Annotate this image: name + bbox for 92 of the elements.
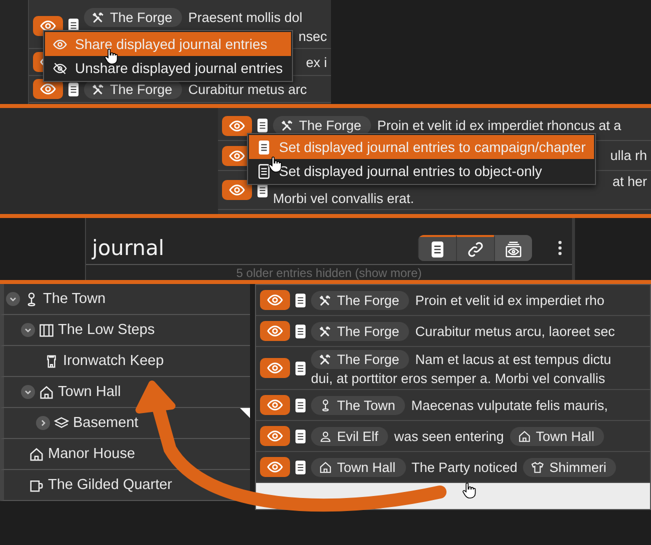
journal-title: journal [92, 236, 166, 260]
eye-icon [265, 397, 285, 413]
eye-icon [265, 323, 285, 339]
person-icon [319, 430, 332, 442]
tree-item[interactable]: Basement [0, 408, 250, 439]
eye-tray-icon [505, 240, 522, 258]
entry-text: was seen entering [394, 428, 504, 444]
entry-text: ex i [306, 54, 327, 70]
toolbar-button[interactable] [456, 235, 494, 261]
menu-item[interactable]: Unshare displayed journal entries [45, 56, 291, 80]
document-icon [257, 140, 271, 154]
expand-toggle[interactable] [21, 323, 35, 337]
tag-chip[interactable]: Town Hall [311, 458, 406, 476]
house-icon [39, 384, 54, 400]
document-icon [257, 118, 268, 133]
document-icon [295, 360, 306, 376]
entry-text: ulla rh [610, 148, 647, 163]
expand-toggle[interactable] [21, 385, 35, 399]
document-icon [429, 240, 446, 258]
house-icon [319, 460, 332, 474]
entry-text: Proin et velit id ex imperdiet rhoncus at a [377, 118, 622, 133]
tools-icon [319, 324, 332, 338]
eye-icon [38, 81, 58, 97]
toolbar-button[interactable] [494, 235, 532, 261]
eye-icon [227, 118, 247, 134]
tag-chip[interactable]: The Forge [273, 116, 372, 135]
tag-chip[interactable]: The Forge [84, 8, 182, 26]
tools-icon [319, 294, 332, 306]
eye-icon [265, 360, 285, 376]
document-icon [68, 82, 79, 96]
tag-chip[interactable]: The Forge [311, 322, 410, 340]
share-toggle[interactable] [260, 395, 290, 415]
tree-item[interactable]: Manor House [0, 439, 250, 470]
tree-item[interactable]: Ironwatch Keep [0, 346, 250, 377]
eye-icon [265, 428, 285, 444]
tools-icon [92, 10, 105, 24]
entry-text: dui, at porttitor eros semper a. Morbi vel convallis [311, 371, 606, 386]
share-toggle[interactable] [260, 321, 290, 341]
link-icon [467, 240, 484, 258]
tower-icon [44, 354, 59, 368]
document-icon [295, 460, 306, 474]
tree-item[interactable]: The Low Steps [0, 315, 250, 346]
tag-chip[interactable]: The Town [311, 396, 406, 414]
eye-icon [227, 148, 247, 164]
entry-text: nsec [298, 28, 327, 44]
entry-text: Nam et lacus at est tempus dictu [415, 352, 612, 367]
eye-slash-icon [53, 60, 67, 76]
document-outline-icon [257, 164, 271, 178]
tag-chip[interactable]: The Forge [311, 290, 410, 310]
entry-text: Morbi vel convallis erat. [273, 191, 414, 206]
hand-cursor-icon [462, 482, 477, 499]
eye-icon [265, 292, 285, 308]
expand-toggle[interactable] [36, 416, 50, 430]
tree-item[interactable]: The Town [0, 284, 250, 315]
entry-text: The Party noticed [412, 460, 518, 474]
entry-text: Curabitur metus arc [188, 82, 307, 96]
share-toggle[interactable] [260, 290, 290, 310]
tag-chip[interactable]: The Forge [311, 350, 410, 369]
more-menu-icon [558, 240, 562, 256]
tree-item[interactable]: Town Hall [0, 377, 250, 408]
entry-text: at her [612, 174, 647, 189]
house-icon [518, 430, 531, 442]
eye-icon [265, 459, 285, 475]
document-icon [295, 428, 306, 444]
share-toggle[interactable] [260, 358, 290, 378]
mug-icon [29, 478, 44, 492]
toolbar-button[interactable] [418, 235, 456, 261]
entry-text: Maecenas vulputate felis mauris, [411, 398, 608, 412]
tools-icon [281, 119, 294, 132]
house-icon [29, 446, 44, 462]
tag-chip[interactable]: Evil Elf [311, 426, 388, 446]
share-toggle[interactable] [222, 180, 252, 200]
expand-toggle[interactable] [6, 292, 20, 306]
eye-icon [227, 182, 247, 198]
document-icon [295, 324, 306, 338]
tools-icon [92, 82, 105, 96]
share-toggle[interactable] [33, 79, 63, 99]
map-icon [39, 322, 54, 338]
entry-text: Curabitur metus arcu, laoreet sec [415, 324, 615, 338]
layers-icon [54, 416, 69, 430]
share-toggle[interactable] [222, 116, 252, 136]
tag-chip[interactable]: Town Hall [510, 426, 604, 446]
document-icon [295, 398, 306, 412]
shirt-icon [531, 460, 544, 474]
entry-text: Praesent mollis dol [188, 10, 302, 24]
entry-text: Proin et velit id ex imperdiet rho [415, 292, 604, 308]
share-toggle[interactable] [260, 457, 290, 477]
menu-item[interactable]: Set displayed journal entries to object-only [249, 159, 594, 183]
share-toggle[interactable] [260, 426, 290, 446]
document-icon [295, 292, 306, 308]
tools-icon [319, 353, 332, 366]
tag-chip[interactable]: Shimmeri [523, 458, 616, 476]
